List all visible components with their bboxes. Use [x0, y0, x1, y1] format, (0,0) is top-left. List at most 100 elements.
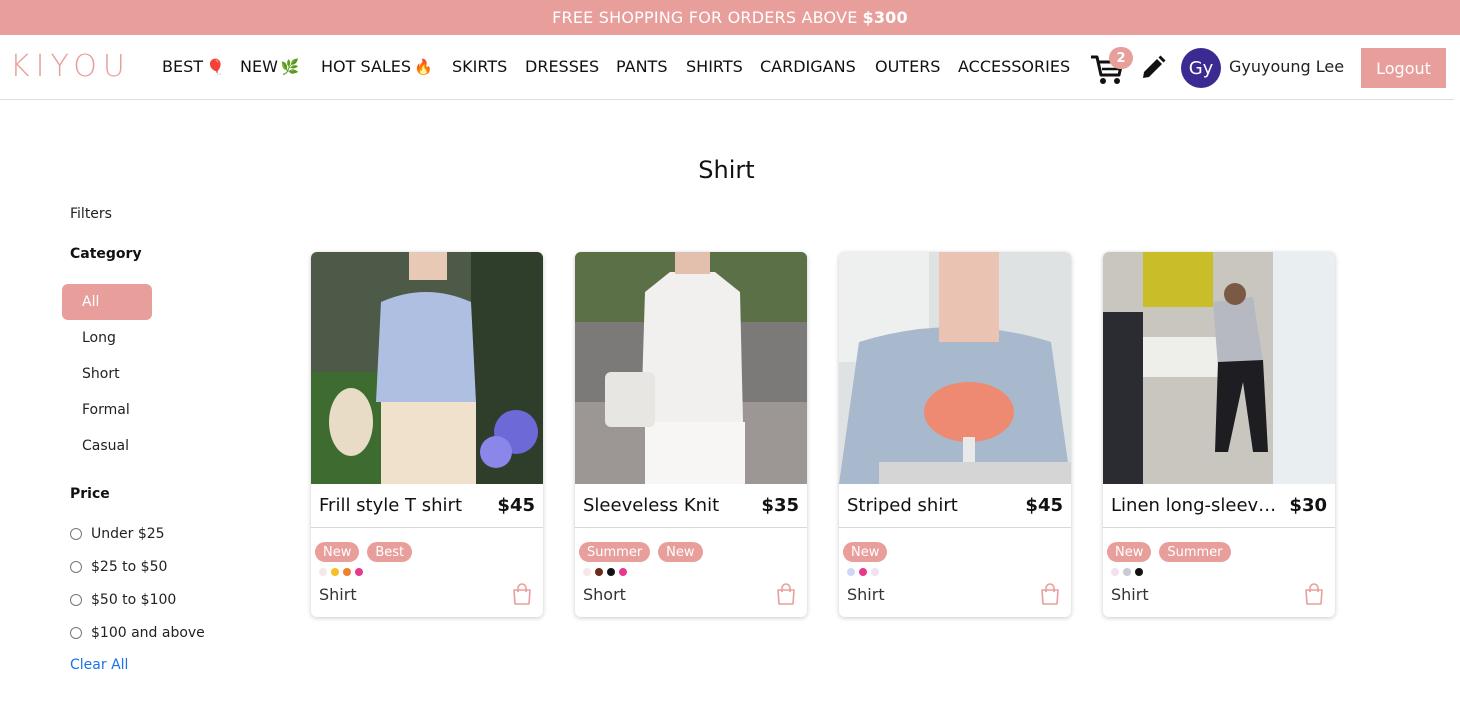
nav-item-new[interactable]: NEW 🌿 [240, 57, 300, 77]
product-card[interactable]: Frill style T shirt $45 New Best Shirt [311, 252, 543, 617]
radio-button[interactable] [70, 627, 82, 639]
product-card[interactable]: Striped shirt $45 New Shirt [839, 252, 1071, 617]
price-heading: Price [70, 486, 110, 502]
price-option-under-25[interactable]: Under $25 [70, 526, 165, 542]
color-swatch[interactable] [319, 568, 327, 576]
product-footer: Shirt [839, 576, 1071, 605]
color-swatch[interactable] [331, 568, 339, 576]
color-swatch[interactable] [583, 568, 591, 576]
cart-button[interactable]: 2 [1089, 47, 1135, 87]
product-header: Frill style T shirt $45 [311, 484, 543, 528]
nav-item-dresses[interactable]: DRESSES [525, 57, 599, 77]
top-navbar: KIYOU BEST 🎈 NEW 🌿 HOT SALES 🔥 SKIRTS DRESS… [0, 35, 1454, 100]
logout-button[interactable]: Logout [1361, 48, 1446, 88]
price-option-25-50[interactable]: $25 to $50 [70, 559, 167, 575]
color-swatches [575, 564, 807, 576]
product-footer: Short [575, 576, 807, 605]
price-option-50-100[interactable]: $50 to $100 [70, 592, 176, 608]
price-label: Under $25 [91, 526, 165, 542]
color-swatch[interactable] [343, 568, 351, 576]
fire-icon: 🔥 [414, 58, 433, 76]
tag-new: New [843, 542, 888, 562]
product-name[interactable]: Frill style T shirt [319, 495, 462, 516]
color-swatch[interactable] [355, 568, 363, 576]
color-swatches [839, 564, 1071, 576]
tag-new: New [1107, 542, 1152, 562]
color-swatch[interactable] [595, 568, 603, 576]
edit-button[interactable] [1139, 54, 1167, 82]
nav-label-new: NEW [240, 57, 278, 76]
product-tags: New [839, 528, 1071, 564]
product-name[interactable]: Linen long-sleeve shirt [1111, 495, 1286, 516]
page-title: Shirt [698, 156, 755, 184]
filters-label: Filters [70, 206, 112, 222]
nav-item-outers[interactable]: OUTERS [875, 57, 940, 77]
color-swatch[interactable] [607, 568, 615, 576]
category-all[interactable]: All [62, 284, 152, 320]
shopping-bag-icon[interactable] [511, 583, 533, 605]
product-price: $35 [761, 495, 799, 516]
product-category: Shirt [847, 584, 885, 604]
category-long[interactable]: Long [82, 330, 116, 346]
price-label: $50 to $100 [91, 592, 177, 608]
color-swatch[interactable] [619, 568, 627, 576]
color-swatches [1103, 564, 1335, 576]
leaf-icon: 🌿 [280, 58, 300, 76]
product-tags: New Best [311, 528, 543, 564]
promo-banner: FREE SHOPPING FOR ORDERS ABOVE $300 [0, 0, 1460, 35]
nav-item-accessories[interactable]: ACCESSORIES [958, 57, 1070, 77]
nav-label-hot-sales: HOT SALES [321, 57, 412, 76]
product-card[interactable]: Sleeveless Knit $35 Summer New Short [575, 252, 807, 617]
clear-all-link[interactable]: Clear All [70, 657, 128, 673]
color-swatch[interactable] [847, 568, 855, 576]
color-swatch[interactable] [1123, 568, 1131, 576]
radio-button[interactable] [70, 561, 82, 573]
username[interactable]: Gyuyoung Lee [1229, 57, 1344, 77]
tag-summer: Summer [579, 542, 651, 562]
nav-item-skirts[interactable]: SKIRTS [452, 57, 507, 77]
nav-item-pants[interactable]: PANTS [616, 57, 667, 77]
category-formal[interactable]: Formal [82, 402, 130, 418]
product-tags: Summer New [575, 528, 807, 564]
avatar[interactable]: Gy [1181, 48, 1221, 88]
product-card[interactable]: Linen long-sleeve shirt $30 New Summer S… [1103, 252, 1335, 617]
product-header: Linen long-sleeve shirt $30 [1103, 484, 1335, 528]
category-short[interactable]: Short [82, 366, 120, 382]
product-name[interactable]: Sleeveless Knit [583, 495, 719, 516]
nav-label-best: BEST [162, 57, 204, 76]
price-option-100-above[interactable]: $100 and above [70, 625, 205, 641]
nav-item-best[interactable]: BEST 🎈 [162, 57, 225, 77]
product-image[interactable] [311, 252, 543, 484]
product-image[interactable] [839, 252, 1071, 484]
product-category: Shirt [1111, 584, 1149, 604]
nav-item-shirts[interactable]: SHIRTS [686, 57, 743, 77]
cart-count-badge: 2 [1109, 47, 1133, 69]
brand-logo[interactable]: KIYOU [10, 50, 131, 84]
category-casual[interactable]: Casual [82, 438, 129, 454]
shopping-bag-icon[interactable] [1303, 583, 1325, 605]
product-price: $45 [497, 495, 535, 516]
product-tags: New Summer [1103, 528, 1335, 564]
radio-button[interactable] [70, 594, 82, 606]
product-footer: Shirt [1103, 576, 1335, 605]
product-footer: Shirt [311, 576, 543, 605]
product-name[interactable]: Striped shirt [847, 495, 958, 516]
tag-best: Best [367, 542, 413, 562]
product-image[interactable] [1103, 252, 1335, 484]
shopping-bag-icon[interactable] [775, 583, 797, 605]
promo-amount: $300 [862, 8, 908, 27]
color-swatch[interactable] [871, 568, 879, 576]
shopping-bag-icon[interactable] [1039, 583, 1061, 605]
color-swatch[interactable] [859, 568, 867, 576]
color-swatch[interactable] [1135, 568, 1143, 576]
nav-item-cardigans[interactable]: CARDIGANS [760, 57, 856, 77]
color-swatch[interactable] [1111, 568, 1119, 576]
product-image[interactable] [575, 252, 807, 484]
tag-new: New [658, 542, 703, 562]
product-header: Sleeveless Knit $35 [575, 484, 807, 528]
radio-button[interactable] [70, 528, 82, 540]
product-category: Short [583, 584, 626, 604]
tag-summer: Summer [1159, 542, 1231, 562]
pencil-icon [1143, 55, 1166, 78]
nav-item-hot-sales[interactable]: HOT SALES 🔥 [321, 57, 433, 77]
